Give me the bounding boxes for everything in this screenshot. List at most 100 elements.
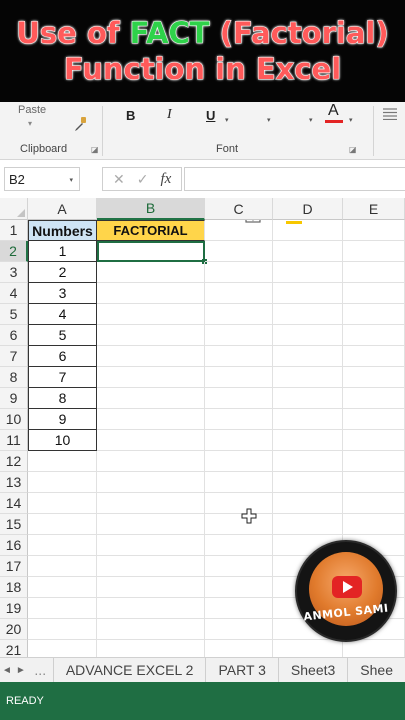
align-icon[interactable] <box>383 108 397 120</box>
cell-e3[interactable] <box>343 262 405 283</box>
cell-c10[interactable] <box>205 409 273 430</box>
row-header[interactable]: 12 <box>0 451 28 472</box>
name-box[interactable]: B2 ▾ <box>4 167 80 191</box>
column-header-b[interactable]: B <box>97 198 205 220</box>
sheet-tab-part-3[interactable]: PART 3 <box>205 657 277 683</box>
select-all-button[interactable] <box>0 198 28 220</box>
row-header[interactable]: 13 <box>0 472 28 493</box>
row-header[interactable]: 18 <box>0 577 28 598</box>
cell-e1[interactable] <box>343 220 405 241</box>
cell-b4[interactable] <box>97 283 205 304</box>
row-header[interactable]: 15 <box>0 514 28 535</box>
cell-d7[interactable] <box>273 346 343 367</box>
row-header[interactable]: 16 <box>0 535 28 556</box>
cell-b7[interactable] <box>97 346 205 367</box>
cell-c9[interactable] <box>205 388 273 409</box>
column-header-d[interactable]: D <box>273 198 343 220</box>
cell-d10[interactable] <box>273 409 343 430</box>
cell-b3[interactable] <box>97 262 205 283</box>
cell-a1[interactable]: Numbers <box>28 220 97 241</box>
paste-dropdown-icon[interactable]: ▾ <box>28 119 32 128</box>
cell-a19[interactable] <box>28 598 97 619</box>
row-header[interactable]: 20 <box>0 619 28 640</box>
row-header[interactable]: 10 <box>0 409 28 430</box>
row-header[interactable]: 1 <box>0 220 28 241</box>
row-header[interactable]: 3 <box>0 262 28 283</box>
cell-c13[interactable] <box>205 472 273 493</box>
cell-a2[interactable]: 1 <box>28 241 97 262</box>
cell-b10[interactable] <box>97 409 205 430</box>
sheet-tab-sheet3[interactable]: Sheet3 <box>277 657 347 683</box>
prev-sheet-icon[interactable]: ◄ <box>0 665 14 676</box>
cell-b8[interactable] <box>97 367 205 388</box>
cell-c8[interactable] <box>205 367 273 388</box>
cell-d14[interactable] <box>273 493 343 514</box>
cell-c12[interactable] <box>205 451 273 472</box>
cell-b18[interactable] <box>97 577 205 598</box>
cell-a5[interactable]: 4 <box>28 304 97 325</box>
font-launcher-icon[interactable]: ◪ <box>349 145 357 154</box>
column-header-c[interactable]: C <box>205 198 273 220</box>
format-painter-icon[interactable] <box>72 116 88 132</box>
cell-b12[interactable] <box>97 451 205 472</box>
cell-a18[interactable] <box>28 577 97 598</box>
cancel-icon[interactable]: ✕ <box>113 171 125 188</box>
cell-c3[interactable] <box>205 262 273 283</box>
cell-a15[interactable] <box>28 514 97 535</box>
italic-button[interactable]: I <box>167 106 172 124</box>
font-color-dropdown-icon[interactable]: ▾ <box>349 111 353 129</box>
row-header[interactable]: 4 <box>0 283 28 304</box>
cell-d2[interactable] <box>273 241 343 262</box>
row-header[interactable]: 5 <box>0 304 28 325</box>
cell-e13[interactable] <box>343 472 405 493</box>
cell-a12[interactable] <box>28 451 97 472</box>
cell-b14[interactable] <box>97 493 205 514</box>
cell-d13[interactable] <box>273 472 343 493</box>
cell-e4[interactable] <box>343 283 405 304</box>
underline-dropdown-icon[interactable]: ▾ <box>225 111 229 129</box>
sheet-tab-advance-excel-2[interactable]: ADVANCE EXCEL 2 <box>52 657 206 683</box>
cell-d3[interactable] <box>273 262 343 283</box>
row-header[interactable]: 19 <box>0 598 28 619</box>
formula-input[interactable] <box>184 167 405 191</box>
row-header[interactable]: 8 <box>0 367 28 388</box>
cell-a3[interactable]: 2 <box>28 262 97 283</box>
cell-c20[interactable] <box>205 619 273 640</box>
row-header[interactable]: 17 <box>0 556 28 577</box>
cell-d5[interactable] <box>273 304 343 325</box>
cell-d6[interactable] <box>273 325 343 346</box>
cell-c11[interactable] <box>205 430 273 451</box>
cell-b19[interactable] <box>97 598 205 619</box>
cell-a14[interactable] <box>28 493 97 514</box>
cell-b11[interactable] <box>97 430 205 451</box>
cell-e14[interactable] <box>343 493 405 514</box>
cell-c7[interactable] <box>205 346 273 367</box>
column-header-e[interactable]: E <box>343 198 405 220</box>
cell-c1[interactable] <box>205 220 273 241</box>
cell-b2[interactable] <box>97 241 207 264</box>
row-header[interactable]: 11 <box>0 430 28 451</box>
cell-b17[interactable] <box>97 556 205 577</box>
cell-a11[interactable]: 10 <box>28 430 97 451</box>
cell-e11[interactable] <box>343 430 405 451</box>
cell-b15[interactable] <box>97 514 205 535</box>
column-header-a[interactable]: A <box>28 198 97 220</box>
cell-e15[interactable] <box>343 514 405 535</box>
cell-a20[interactable] <box>28 619 97 640</box>
cell-c4[interactable] <box>205 283 273 304</box>
cell-b16[interactable] <box>97 535 205 556</box>
cell-d15[interactable] <box>273 514 343 535</box>
cell-e9[interactable] <box>343 388 405 409</box>
bold-button[interactable]: B <box>126 106 135 124</box>
cell-a10[interactable]: 9 <box>28 409 97 430</box>
cell-b20[interactable] <box>97 619 205 640</box>
cell-d1[interactable] <box>273 220 343 241</box>
cell-e8[interactable] <box>343 367 405 388</box>
cell-c2[interactable] <box>205 241 273 262</box>
cell-c19[interactable] <box>205 598 273 619</box>
row-header[interactable]: 9 <box>0 388 28 409</box>
cell-e12[interactable] <box>343 451 405 472</box>
row-header[interactable]: 14 <box>0 493 28 514</box>
cell-a7[interactable]: 6 <box>28 346 97 367</box>
cell-d9[interactable] <box>273 388 343 409</box>
